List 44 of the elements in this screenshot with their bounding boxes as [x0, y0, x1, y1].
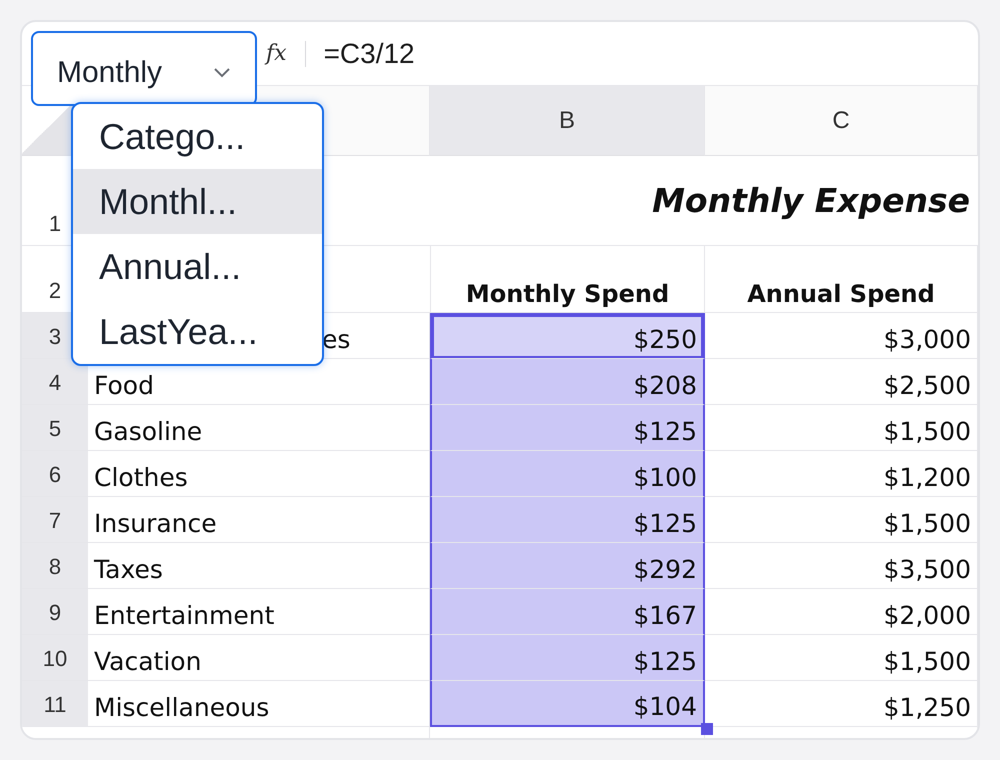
column-header[interactable]: B: [430, 86, 705, 156]
table-cell[interactable]: $167: [430, 589, 705, 635]
formula-field[interactable]: =C3/12: [324, 38, 415, 70]
row-header[interactable]: 11: [22, 681, 88, 727]
table-cell[interactable]: $125: [430, 405, 705, 451]
table-cell[interactable]: $100: [430, 451, 705, 497]
column-header[interactable]: C: [705, 86, 978, 156]
table-cell: $1,500: [705, 405, 978, 451]
table-cell: Insurance: [94, 509, 217, 538]
table-cell: Gasoline: [94, 417, 202, 446]
table-cell: $3,500: [705, 543, 978, 589]
table-cell: $1,200: [705, 451, 978, 497]
table-cell: es: [322, 325, 350, 354]
table-cell: $3,000: [705, 313, 978, 359]
table-cell: $1,250: [705, 681, 978, 727]
fill-handle[interactable]: [701, 723, 713, 735]
table-cell: $1,500: [705, 497, 978, 543]
table-cell: Entertainment: [94, 601, 274, 630]
row-header[interactable]: 8: [22, 543, 88, 589]
table-cell: $2,500: [705, 359, 978, 405]
sheet-dropdown[interactable]: Monthly: [31, 31, 257, 106]
table-cell: Vacation: [94, 647, 202, 676]
table-cell: Miscellaneous: [94, 693, 270, 722]
chevron-down-icon: [213, 68, 231, 78]
table-cell: $1,500: [705, 635, 978, 681]
table-cell: $2,000: [705, 589, 978, 635]
row-header[interactable]: 6: [22, 451, 88, 497]
menu-item[interactable]: Monthl...: [73, 169, 322, 234]
table-cell[interactable]: $125: [430, 635, 705, 681]
table-cell: Taxes: [94, 555, 163, 584]
function-label: fx: [266, 41, 287, 66]
table-cell: Clothes: [94, 463, 188, 492]
row-header[interactable]: 10: [22, 635, 88, 681]
table-cell[interactable]: $292: [430, 543, 705, 589]
table-cell[interactable]: $208: [430, 359, 705, 405]
row-header[interactable]: 4: [22, 359, 88, 405]
row-header[interactable]: 9: [22, 589, 88, 635]
table-cell: Food: [94, 371, 154, 400]
table-cell[interactable]: $104: [430, 681, 705, 727]
column-heading: Annual Spend: [705, 246, 978, 313]
table-cell[interactable]: $250: [430, 313, 705, 359]
row-header[interactable]: 5: [22, 405, 88, 451]
row-header[interactable]: 7: [22, 497, 88, 543]
table-cell[interactable]: $125: [430, 497, 705, 543]
